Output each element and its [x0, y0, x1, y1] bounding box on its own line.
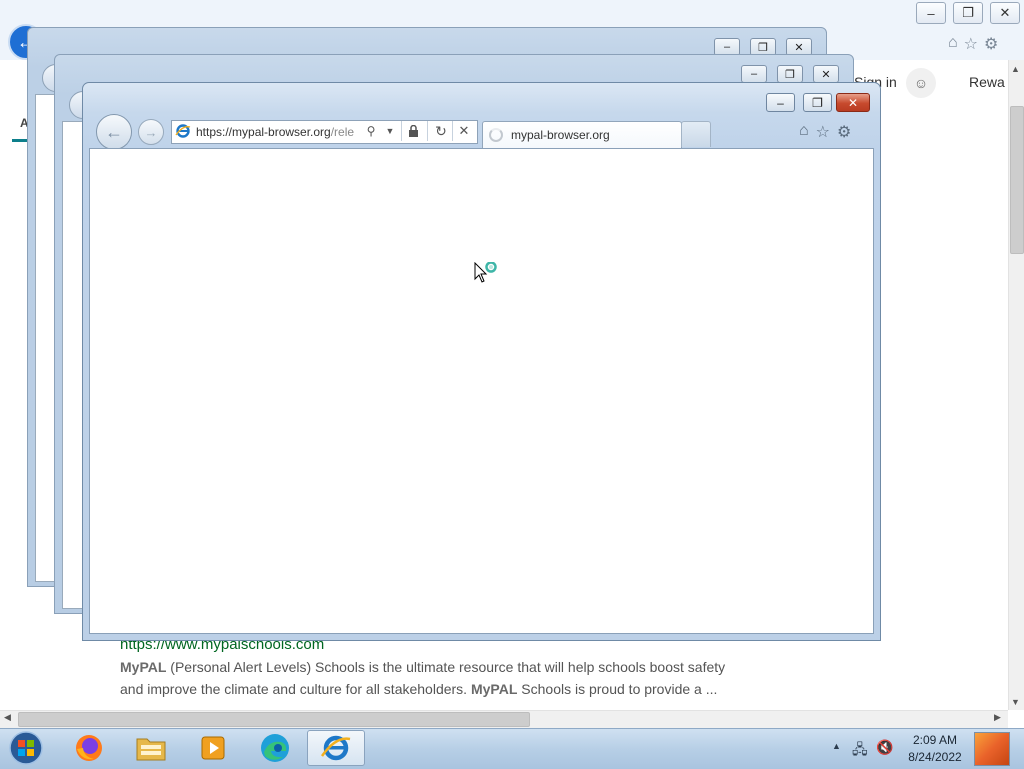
background-minimize-button[interactable]: –	[916, 2, 946, 24]
folder-icon	[136, 738, 166, 761]
snippet-bold-term: MyPAL	[470, 681, 518, 697]
popup-page-content[interactable]	[89, 148, 874, 634]
scroll-left-arrow-icon[interactable]: ◀	[4, 712, 11, 723]
user-avatar-icon[interactable]: ☺	[906, 68, 936, 98]
internet-explorer-icon	[320, 735, 351, 761]
tab-title: mypal-browser.org	[511, 128, 610, 142]
background-toolbar-icons: ⌂ ☆ ⚙	[948, 34, 998, 54]
stacked-window-2-minimize-button[interactable]: –	[741, 65, 767, 83]
new-tab-button[interactable]	[681, 121, 711, 147]
address-separator	[452, 121, 453, 141]
search-result-snippet-line1: MyPAL (Personal Alert Levels) Schools is…	[120, 659, 725, 675]
popup-forward-button[interactable]: →	[138, 119, 164, 145]
media-player-icon	[201, 736, 225, 760]
vertical-scrollbar-thumb[interactable]	[1010, 106, 1024, 254]
address-separator	[427, 121, 428, 141]
home-icon[interactable]: ⌂	[948, 34, 958, 54]
show-desktop-button[interactable]	[974, 732, 1010, 766]
popup-back-button[interactable]: ←	[96, 114, 132, 150]
arrow-left-icon: ←	[105, 121, 123, 142]
snippet-text: and improve the climate and culture for …	[120, 681, 471, 697]
taskbar-firefox-button[interactable]	[61, 730, 117, 766]
taskbar-internet-explorer-button[interactable]	[307, 730, 365, 766]
favorites-star-icon[interactable]: ☆	[816, 122, 830, 142]
rewards-link[interactable]: Rewa	[969, 74, 1005, 90]
refresh-icon[interactable]: ↻	[431, 122, 451, 140]
stacked-window-2-close-button[interactable]: ✕	[813, 65, 839, 83]
taskbar-media-player-button[interactable]	[185, 730, 241, 766]
address-url-text[interactable]: https://mypal-browser.org/rele	[196, 125, 359, 139]
firefox-icon	[76, 735, 102, 761]
security-lock-icon[interactable]	[403, 122, 423, 140]
clock-date[interactable]: 8/24/2022	[900, 750, 970, 764]
busy-cursor-icon	[474, 262, 497, 283]
stop-icon[interactable]: ✕	[454, 122, 474, 140]
clock-time[interactable]: 2:09 AM	[900, 733, 970, 747]
snippet-bold-term: MyPAL	[120, 659, 167, 675]
settings-gear-icon[interactable]: ⚙	[984, 34, 998, 54]
search-result-snippet-line2: and improve the climate and culture for …	[120, 681, 717, 697]
taskbar-edge-button[interactable]	[247, 730, 303, 766]
url-main: https://mypal-browser.org	[196, 125, 331, 139]
address-separator	[401, 121, 402, 141]
scroll-right-arrow-icon[interactable]: ▶	[994, 712, 1001, 723]
scroll-down-arrow-icon[interactable]: ▼	[1011, 697, 1020, 707]
horizontal-scrollbar-thumb[interactable]	[18, 712, 530, 727]
show-hidden-icons-arrow-icon[interactable]: ▲	[832, 741, 841, 751]
start-orb-button[interactable]	[4, 729, 44, 767]
url-path: /rele	[330, 125, 355, 139]
snippet-text: (Personal Alert Levels) Schools is the u…	[166, 659, 726, 675]
edge-icon	[261, 734, 289, 762]
popup-toolbar-icons: ⌂ ☆ ⚙	[799, 122, 851, 142]
volume-muted-icon[interactable]: 🔇	[876, 739, 893, 756]
background-close-button[interactable]: ✕	[990, 2, 1020, 24]
popup-close-button[interactable]: ✕	[836, 93, 870, 112]
favorites-star-icon[interactable]: ☆	[964, 34, 978, 54]
scroll-up-arrow-icon[interactable]: ▲	[1011, 64, 1020, 74]
loading-spinner-icon	[489, 128, 503, 142]
internet-explorer-icon	[175, 124, 191, 138]
home-icon[interactable]: ⌂	[799, 122, 809, 142]
popup-restore-button[interactable]: ❐	[803, 93, 832, 112]
search-icon[interactable]: ⚲	[361, 122, 381, 140]
arrow-right-icon: →	[144, 124, 158, 140]
popup-minimize-button[interactable]: –	[766, 93, 795, 112]
snippet-text: Schools is proud to provide a ...	[517, 681, 718, 697]
taskbar-file-explorer-button[interactable]	[123, 730, 179, 766]
background-restore-button[interactable]: ❐	[953, 2, 983, 24]
network-icon[interactable]: 🖧	[852, 739, 868, 763]
stacked-window-2-restore-button[interactable]: ❐	[777, 65, 803, 83]
dropdown-arrow-icon[interactable]: ▼	[380, 122, 400, 140]
settings-gear-icon[interactable]: ⚙	[837, 122, 851, 142]
